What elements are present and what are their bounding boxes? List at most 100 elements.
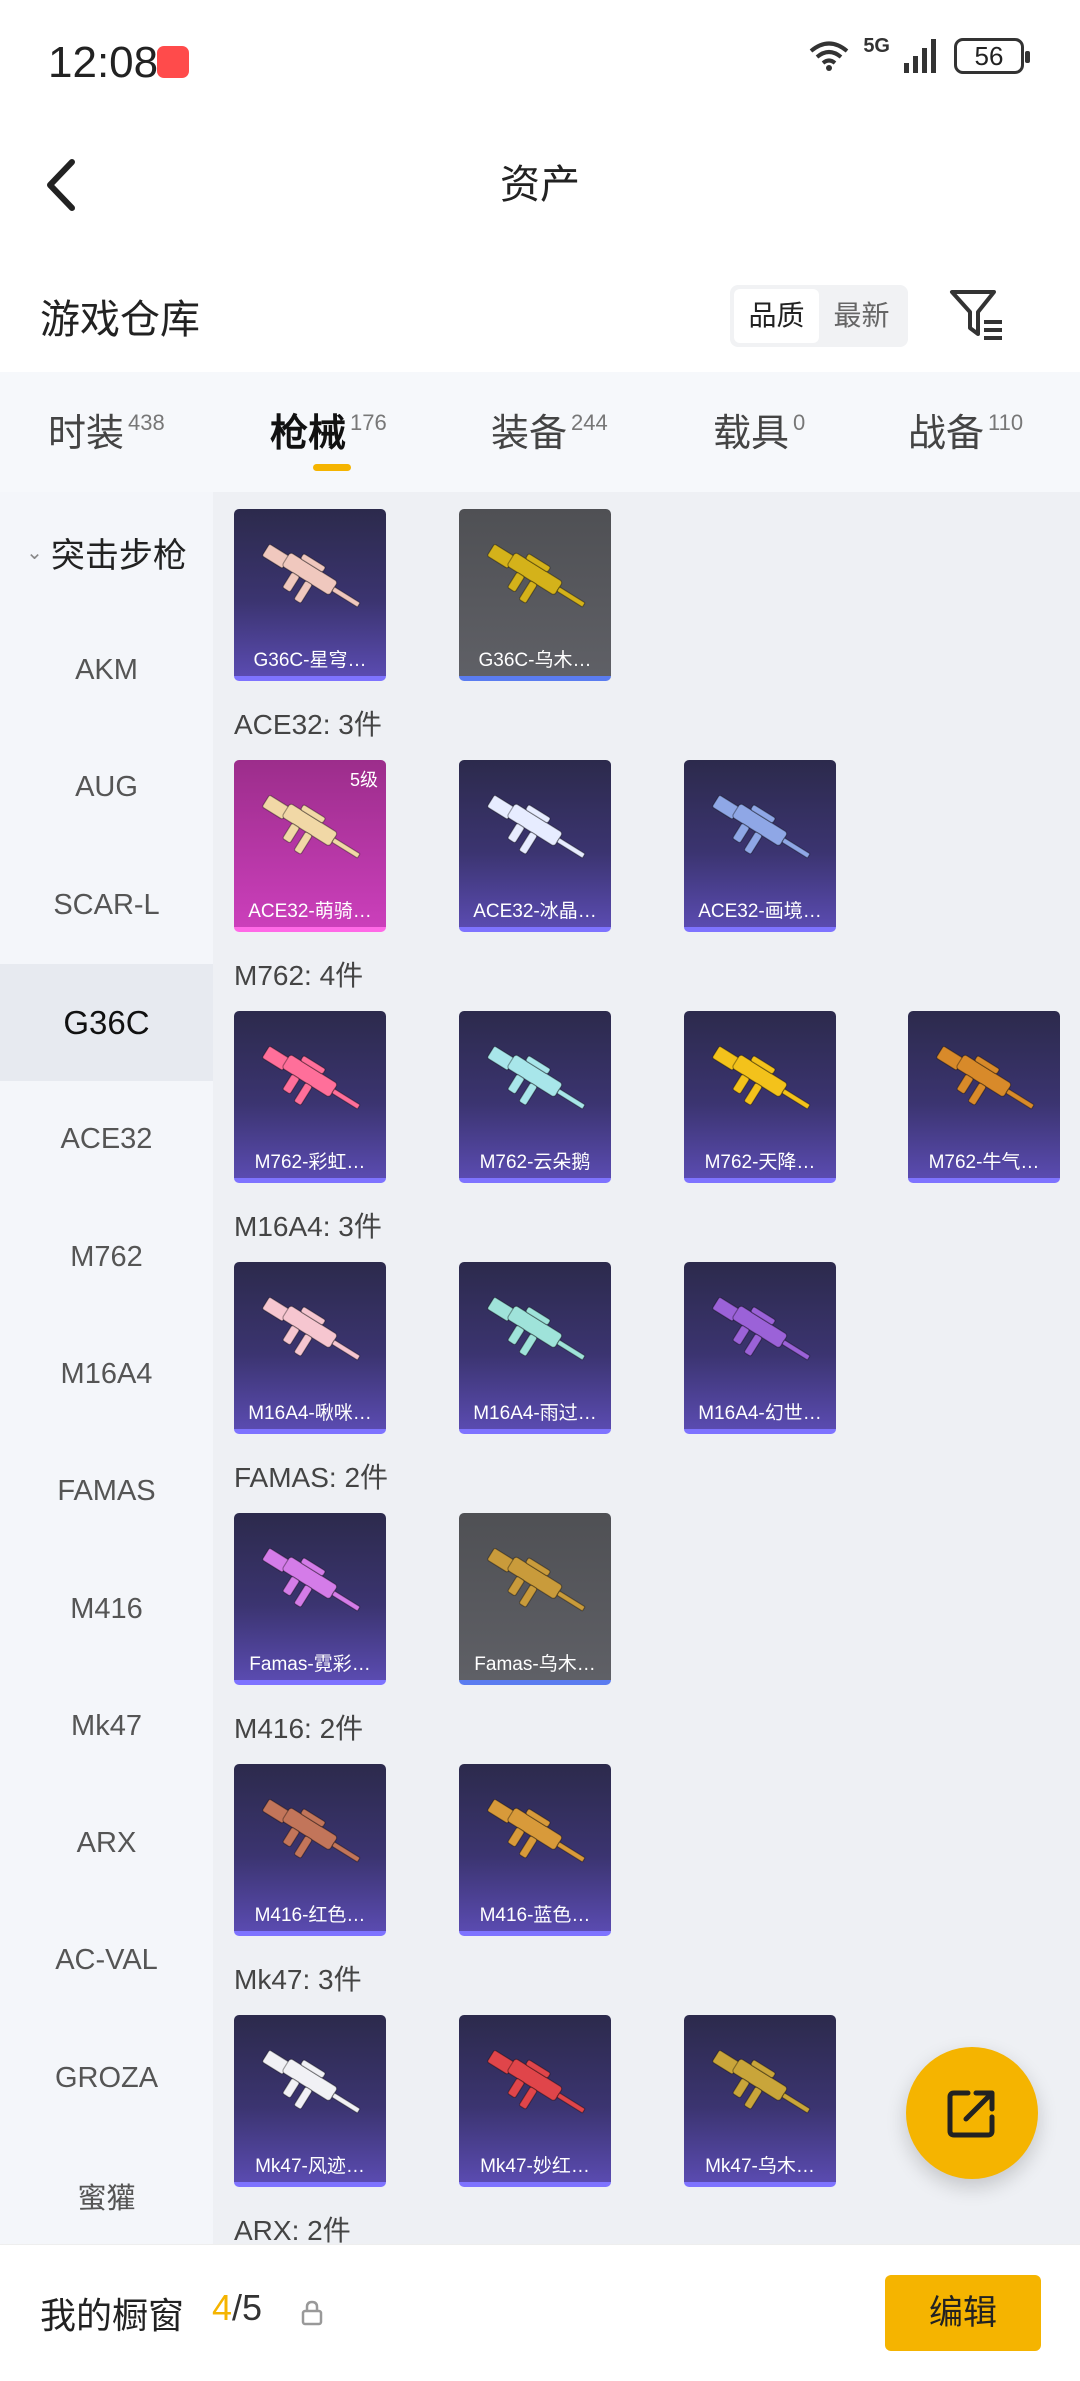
sidebar-item-honey-badger[interactable]: 蜜獾	[0, 2137, 213, 2244]
skin-card[interactable]: M416-红色…	[234, 1764, 386, 1936]
tab-supplies[interactable]: 战备 110	[908, 402, 1023, 457]
group-title: M16A4: 3件	[234, 1211, 382, 1242]
showcase-label: 我的橱窗	[40, 2295, 185, 2336]
sidebar-item-m762[interactable]: M762	[0, 1198, 213, 1315]
skin-card-label: Famas-乌木…	[474, 1654, 596, 1675]
warehouse-header: 游戏仓库 品质 最新	[0, 270, 1080, 370]
lock-icon	[301, 2300, 323, 2326]
sidebar-group-label: 突击步枪	[50, 536, 187, 575]
rifle-icon	[487, 1799, 586, 1863]
tab-count: 176	[350, 410, 387, 435]
skin-card-label: M16A4-啾咪…	[248, 1403, 372, 1424]
rifle-icon	[262, 1799, 361, 1863]
rifle-icon	[262, 1548, 361, 1612]
status-icons: 5G 56	[809, 35, 1030, 74]
skin-card[interactable]: Mk47-妙红…	[459, 2015, 611, 2187]
skin-card[interactable]: Famas-霓彩…	[234, 1513, 386, 1685]
notification-app-icon	[157, 46, 189, 78]
share-icon	[947, 2090, 995, 2138]
sidebar-item-ac-val[interactable]: AC-VAL	[0, 1902, 213, 2019]
sidebar-group-assault-rifles[interactable]: ⌄ 突击步枪	[0, 492, 213, 612]
sidebar-item-groza[interactable]: GROZA	[0, 2020, 213, 2137]
chevron-down-icon: ⌄	[26, 541, 43, 564]
group-title: Mk47: 3件	[234, 1964, 362, 1995]
skin-card[interactable]: M762-彩虹…	[234, 1011, 386, 1183]
rifle-icon	[487, 1046, 586, 1110]
skin-card-label: Mk47-风迹…	[255, 2156, 365, 2177]
skin-card-label: ACE32-萌骑…	[248, 901, 372, 922]
skin-card[interactable]: M16A4-啾咪…	[234, 1262, 386, 1434]
tab-vehicles[interactable]: 载具 0	[713, 402, 805, 457]
tab-label: 战备	[908, 413, 985, 455]
sidebar-item-mk47[interactable]: Mk47	[0, 1668, 213, 1785]
group-title: ACE32: 3件	[234, 709, 382, 740]
signal-icon	[904, 39, 936, 73]
rifle-icon	[712, 1046, 811, 1110]
chevron-left-icon	[47, 159, 75, 211]
sidebar-item-m16a4[interactable]: M16A4	[0, 1316, 213, 1433]
skin-card[interactable]: M16A4-幻世…	[684, 1262, 836, 1434]
wifi-icon	[810, 41, 849, 71]
skin-grid: G36C-星穹… G36C-乌木… ACE32: 3件 5级 ACE32-萌骑… ACE3…	[213, 492, 1080, 2244]
skin-card-label: M416-蓝色…	[479, 1905, 591, 1926]
skin-card[interactable]: ACE32-冰晶…	[459, 760, 611, 932]
edit-button[interactable]: 编辑	[885, 2275, 1041, 2351]
showcase-count: 4/5	[212, 2287, 263, 2328]
skin-card[interactable]: Mk47-风迹…	[234, 2015, 386, 2187]
active-tab-indicator	[313, 464, 351, 471]
rifle-icon	[262, 2050, 361, 2114]
weapon-sidebar: ⌄ 突击步枪 AKM AUG SCAR-L G36C ACE32 M762 M1…	[0, 492, 213, 2244]
sidebar-item-scar-l[interactable]: SCAR-L	[0, 847, 213, 964]
skin-card[interactable]: G36C-星穹…	[234, 509, 386, 681]
skin-card-label: M762-牛气…	[928, 1152, 1040, 1173]
skin-card[interactable]: M762-云朵鹅	[459, 1011, 611, 1183]
skin-card-label: M416-红色…	[254, 1905, 366, 1926]
rifle-icon	[262, 1297, 361, 1361]
rifle-icon	[487, 1548, 586, 1612]
sort-latest-button[interactable]: 最新	[819, 289, 904, 343]
tab-fashion[interactable]: 时装 438	[48, 402, 165, 457]
skin-card-label: M16A4-雨过…	[473, 1403, 597, 1424]
skin-card[interactable]: Mk47-乌木…	[684, 2015, 836, 2187]
sidebar-item-ace32[interactable]: ACE32	[0, 1081, 213, 1198]
skin-card[interactable]: M762-天降…	[684, 1011, 836, 1183]
back-button[interactable]	[30, 150, 90, 220]
skin-card[interactable]: M16A4-雨过…	[459, 1262, 611, 1434]
skin-card[interactable]: 5级 ACE32-萌骑…	[234, 760, 386, 932]
skin-card-label: ACE32-画境…	[698, 901, 822, 922]
skin-card-label: Mk47-乌木…	[705, 2156, 815, 2177]
page-title: 资产	[500, 163, 580, 207]
filter-button[interactable]	[948, 284, 1008, 348]
sidebar-item-akm[interactable]: AKM	[0, 612, 213, 729]
skin-card-label: Famas-霓彩…	[249, 1654, 371, 1675]
sidebar-item-m416[interactable]: M416	[0, 1550, 213, 1667]
skin-card[interactable]: ACE32-画境…	[684, 760, 836, 932]
rifle-icon	[487, 2050, 586, 2114]
rifle-icon	[262, 795, 361, 859]
sort-quality-button[interactable]: 品质	[734, 289, 819, 343]
sidebar-item-g36c[interactable]: G36C	[0, 963, 213, 1082]
section-title: 游戏仓库	[40, 298, 200, 342]
tab-equipment[interactable]: 装备 244	[491, 402, 608, 457]
sidebar-item-famas[interactable]: FAMAS	[0, 1433, 213, 1550]
tab-label: 枪械	[270, 413, 347, 455]
skin-card[interactable]: G36C-乌木…	[459, 509, 611, 681]
level-badge: 5级	[349, 770, 378, 790]
tab-label: 装备	[491, 413, 568, 455]
skin-card[interactable]: Famas-乌木…	[459, 1513, 611, 1685]
skin-card[interactable]: M762-牛气…	[908, 1011, 1060, 1183]
sidebar-item-arx[interactable]: ARX	[0, 1785, 213, 1902]
skin-card[interactable]: M416-蓝色…	[459, 1764, 611, 1936]
sidebar-item-aug[interactable]: AUG	[0, 729, 213, 846]
skin-card-label: G36C-星穹…	[253, 650, 367, 671]
top-nav: 资产	[0, 130, 1080, 240]
filter-icon	[950, 290, 1002, 340]
share-fab-button[interactable]	[906, 2047, 1038, 2179]
skin-card-label: M762-天降…	[704, 1152, 816, 1173]
bottom-bar: 我的橱窗 4/5 编辑	[0, 2244, 1080, 2381]
skin-card-label: ACE32-冰晶…	[473, 901, 597, 922]
tab-guns[interactable]: 枪械 176	[270, 402, 387, 457]
category-tabs: 时装 438 枪械 176 装备 244 载具 0 战备 110	[0, 372, 1080, 492]
rifle-icon	[487, 544, 586, 608]
skin-card-label: G36C-乌木…	[478, 650, 592, 671]
